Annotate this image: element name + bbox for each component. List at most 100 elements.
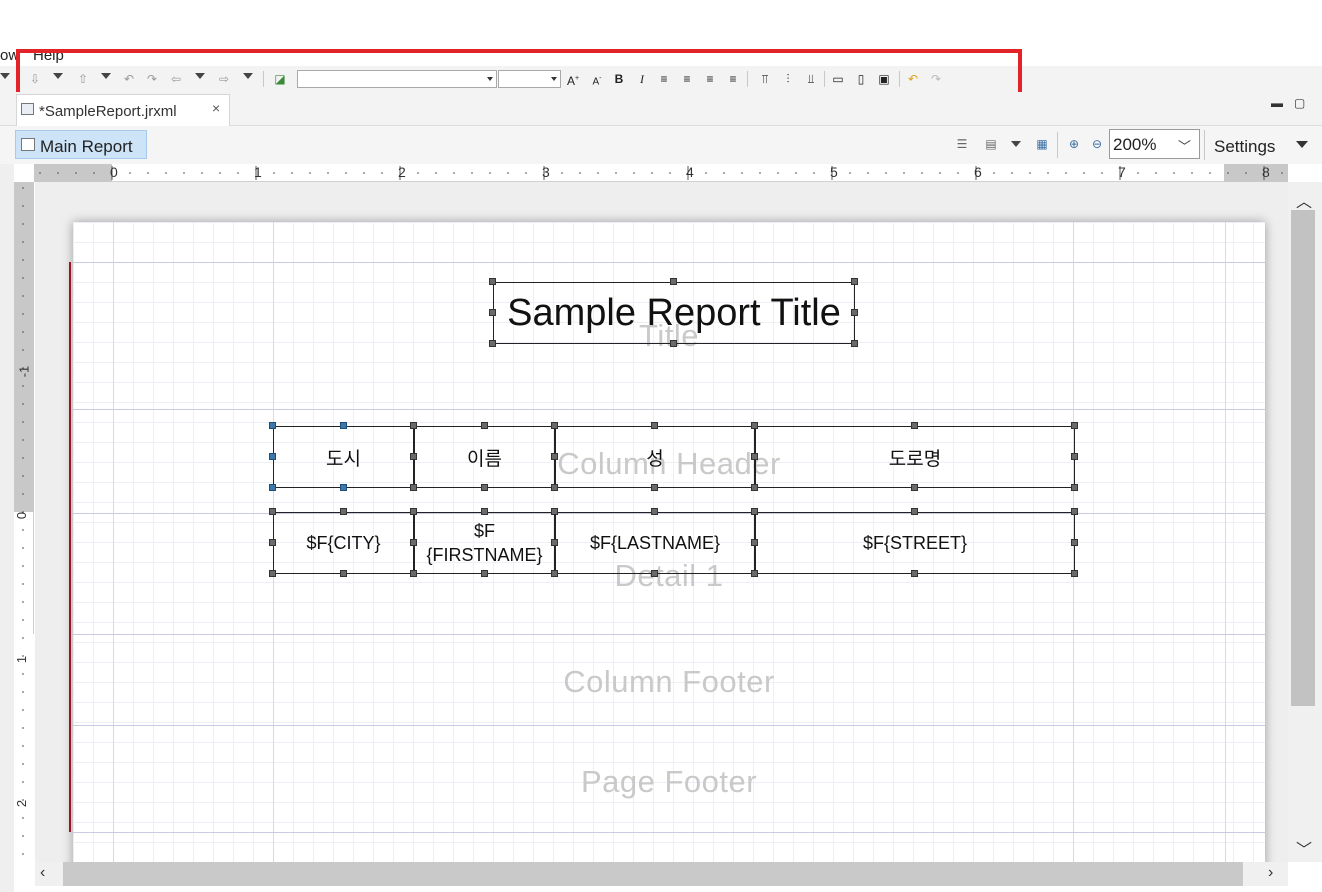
resize-handle[interactable]: [1071, 453, 1078, 460]
zoom-combo[interactable]: 200% ﹀: [1109, 129, 1200, 159]
resize-handle[interactable]: [551, 508, 558, 515]
vertical-scroll-thumb[interactable]: [1291, 210, 1315, 706]
resize-handle[interactable]: [751, 539, 758, 546]
resize-handle[interactable]: [410, 453, 417, 460]
resize-handle[interactable]: [489, 278, 496, 285]
editor-tab-strip: *SampleReport.jrxml ×: [0, 92, 1322, 126]
resize-handle[interactable]: [551, 453, 558, 460]
report-design-canvas[interactable]: Title Column Header Detail 1 Column Foot…: [35, 182, 1288, 862]
resize-handle[interactable]: [851, 340, 858, 347]
resize-handle[interactable]: [670, 340, 677, 347]
scroll-up-icon[interactable]: ︿: [1296, 188, 1312, 212]
band-divider: [73, 409, 1265, 410]
scroll-right-icon[interactable]: ›: [1268, 864, 1273, 882]
resize-handle[interactable]: [551, 539, 558, 546]
resize-handle[interactable]: [269, 508, 276, 515]
resize-handle[interactable]: [1071, 484, 1078, 491]
resize-handle[interactable]: [339, 508, 347, 515]
resize-handle[interactable]: [1071, 570, 1078, 577]
scroll-left-icon[interactable]: ‹: [40, 864, 45, 882]
ruler-label: 2: [14, 799, 30, 808]
header-city[interactable]: 도시: [273, 426, 414, 488]
resize-handle[interactable]: [480, 422, 488, 429]
resize-handle[interactable]: [410, 484, 417, 491]
zoom-out-icon[interactable]: ⊖: [1089, 136, 1105, 152]
resize-handle[interactable]: [911, 570, 918, 577]
resize-handle[interactable]: [339, 422, 347, 429]
resize-handle[interactable]: [851, 278, 858, 285]
resize-handle[interactable]: [269, 453, 276, 460]
resize-handle[interactable]: [410, 539, 417, 546]
ruler-label: 1: [14, 655, 30, 664]
preview-icon[interactable]: ▦: [1034, 136, 1050, 152]
resize-handle[interactable]: [480, 508, 488, 515]
scroll-down-icon[interactable]: ﹀: [1296, 836, 1312, 860]
resize-handle[interactable]: [751, 508, 758, 515]
field-street[interactable]: $F{STREET}: [755, 512, 1075, 574]
report-icon: [21, 138, 35, 151]
report-title-element[interactable]: Sample Report Title: [493, 282, 855, 344]
resize-handle[interactable]: [339, 484, 347, 491]
header-street[interactable]: 도로명: [755, 426, 1075, 488]
resize-handle[interactable]: [1071, 539, 1078, 546]
resize-handle[interactable]: [1071, 508, 1078, 515]
resize-handle[interactable]: [751, 453, 758, 460]
resize-handle[interactable]: [480, 484, 488, 491]
settings-dropdown-icon[interactable]: [1296, 141, 1308, 148]
resize-handle[interactable]: [751, 484, 758, 491]
ruler-label: 6: [974, 164, 982, 180]
ruler-label: 8: [1262, 164, 1270, 180]
settings-button[interactable]: Settings: [1214, 137, 1275, 157]
resize-handle[interactable]: [269, 539, 276, 546]
resize-handle[interactable]: [410, 422, 417, 429]
resize-handle[interactable]: [911, 484, 918, 491]
resize-handle[interactable]: [551, 422, 558, 429]
resize-handle[interactable]: [751, 422, 758, 429]
resize-handle[interactable]: [751, 570, 758, 577]
resize-handle[interactable]: [1071, 422, 1078, 429]
resize-handle[interactable]: [489, 309, 496, 316]
resize-handle[interactable]: [651, 484, 658, 491]
header-lastname[interactable]: 성: [555, 426, 755, 488]
resize-handle[interactable]: [269, 484, 276, 491]
close-tab-icon[interactable]: ×: [212, 100, 220, 116]
resize-handle[interactable]: [651, 508, 658, 515]
report-page[interactable]: Title Column Header Detail 1 Column Foot…: [69, 222, 1265, 862]
resize-handle[interactable]: [269, 422, 276, 429]
ruler-label: 4: [686, 164, 694, 180]
resize-handle[interactable]: [911, 508, 918, 515]
resize-handle[interactable]: [670, 278, 677, 285]
maximize-icon[interactable]: ▢: [1294, 96, 1305, 110]
minimize-icon[interactable]: ▬: [1271, 96, 1283, 110]
resize-handle[interactable]: [269, 570, 276, 577]
resize-handle[interactable]: [410, 570, 417, 577]
ruler-label: 0: [110, 164, 118, 180]
zoom-in-icon[interactable]: ⊕: [1066, 136, 1082, 152]
report-toolbar: Main Report ☰ ▤ ▦ ⊕ ⊖ 200% ﹀ Settings: [0, 126, 1322, 164]
resize-handle[interactable]: [480, 570, 488, 577]
horizontal-scroll-thumb[interactable]: [63, 862, 1243, 886]
binary-view-icon[interactable]: ▤: [983, 136, 999, 152]
resize-handle[interactable]: [851, 309, 858, 316]
resize-handle[interactable]: [489, 340, 496, 347]
resize-handle[interactable]: [551, 484, 558, 491]
header-firstname[interactable]: 이름: [414, 426, 555, 488]
field-firstname[interactable]: $F {FIRSTNAME}: [414, 512, 555, 574]
resize-handle[interactable]: [410, 508, 417, 515]
toolbar-overflow-chevron-icon[interactable]: [0, 73, 10, 79]
data-adapter-icon[interactable]: ☰: [954, 136, 970, 152]
toolbar-separator: [1057, 132, 1058, 158]
band-divider: [73, 262, 1265, 263]
view-dropdown-icon[interactable]: [1011, 141, 1021, 147]
resize-handle[interactable]: [551, 570, 558, 577]
resize-handle[interactable]: [339, 570, 347, 577]
resize-handle[interactable]: [911, 422, 918, 429]
field-lastname[interactable]: $F{LASTNAME}: [555, 512, 755, 574]
tab-sample-report[interactable]: *SampleReport.jrxml ×: [16, 94, 230, 126]
resize-handle[interactable]: [651, 422, 658, 429]
band-label-page-footer: Page Footer: [580, 764, 758, 799]
field-city[interactable]: $F{CITY}: [273, 512, 414, 574]
band-divider: [73, 832, 1265, 833]
resize-handle[interactable]: [651, 570, 658, 577]
main-report-button[interactable]: Main Report: [15, 130, 147, 159]
